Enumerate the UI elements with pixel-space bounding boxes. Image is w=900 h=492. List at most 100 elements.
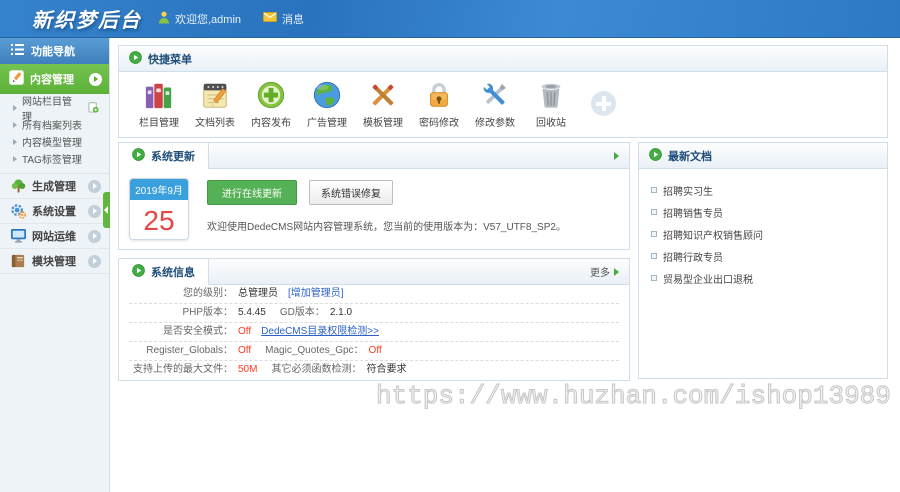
doc-list-item[interactable]: 贸易型企业出口退税: [651, 267, 887, 289]
more-link[interactable]: 更多: [590, 264, 629, 279]
add-column-icon[interactable]: [88, 102, 99, 113]
chevron-right-icon: [88, 230, 101, 243]
calendar-widget: 2019年9月 25: [129, 178, 189, 240]
sidebar-active-label: 内容管理: [30, 71, 74, 87]
calendar-month: 2019年9月: [130, 179, 188, 200]
gears-icon: [10, 204, 26, 219]
latest-docs-header: 最新文档: [639, 143, 887, 169]
play-circle-icon: [132, 264, 145, 280]
quick-item-change-password[interactable]: 密码修改: [411, 79, 467, 129]
trash-icon: [536, 79, 566, 110]
chevron-right-icon: [614, 152, 619, 160]
tools-icon: [480, 79, 510, 110]
square-bullet-icon: [651, 231, 657, 237]
play-circle-icon: [649, 148, 662, 164]
quick-item-document-list[interactable]: 文档列表: [187, 79, 243, 129]
chevron-right-icon: [88, 180, 101, 193]
info-row-safe-mode: 是否安全模式： Off DedeCMS目录权限检测>>: [129, 323, 619, 342]
sidebar-subitem-site-columns[interactable]: 网站栏目管理: [0, 99, 109, 116]
triangle-right-icon: [13, 156, 17, 162]
mail-icon: [263, 12, 277, 25]
sidebar-submenu: 网站栏目管理 所有档案列表 内容模型管理 TAG标签管理: [0, 94, 109, 174]
welcome-text: 欢迎您,admin: [175, 11, 241, 27]
permission-check-link[interactable]: DedeCMS目录权限检测>>: [261, 323, 379, 341]
welcome-area: 欢迎您,admin: [158, 11, 241, 27]
plus-circle-icon: [256, 79, 286, 110]
chevron-right-icon: [88, 255, 101, 268]
quick-menu-header: 快捷菜单: [119, 46, 887, 72]
sidebar-subitem-content-models[interactable]: 内容模型管理: [0, 133, 109, 150]
triangle-right-icon: [13, 139, 17, 145]
template-icon: [368, 79, 398, 110]
topbar: 新织梦后台 欢迎您,admin 消息: [0, 0, 900, 38]
sidebar-item-content-management[interactable]: 内容管理: [0, 64, 109, 94]
triangle-right-icon: [13, 105, 17, 111]
sidebar-item-system-settings[interactable]: 系统设置: [0, 199, 109, 224]
version-welcome-text: 欢迎使用DedeCMS网站内容管理系统，您当前的使用版本为：V57_UTF8_S…: [207, 218, 566, 233]
user-icon: [158, 11, 170, 27]
system-update-panel: 系统更新 2019年9月 25 进行在线更新 系统错误修复 欢迎使用Ded: [118, 142, 630, 250]
doc-list-item[interactable]: 招聘知识产权销售顾问: [651, 223, 887, 245]
sidebar-nav-header: 功能导航: [0, 38, 109, 64]
list-icon: [11, 44, 24, 58]
books-icon: [144, 79, 174, 110]
tab-system-update[interactable]: 系统更新: [119, 143, 209, 169]
play-circle-icon: [129, 51, 142, 67]
square-bullet-icon: [651, 275, 657, 281]
info-row-upload-limit: 支持上传的最大文件： 50M 其它必须函数检测： 符合要求: [129, 361, 619, 380]
sidebar-subitem-all-documents[interactable]: 所有档案列表: [0, 116, 109, 133]
tab-system-info[interactable]: 系统信息: [119, 259, 209, 285]
add-shortcut-icon[interactable]: [591, 91, 616, 116]
tree-icon: [10, 178, 26, 194]
doc-list-item[interactable]: 招聘销售专员: [651, 201, 887, 223]
square-bullet-icon: [651, 187, 657, 193]
calendar-day: 25: [130, 200, 188, 240]
latest-docs-title: 最新文档: [668, 148, 712, 164]
quick-item-column-management[interactable]: 栏目管理: [131, 79, 187, 129]
book-icon: [10, 254, 26, 268]
quick-item-edit-parameters[interactable]: 修改参数: [467, 79, 523, 129]
quick-item-publish-content[interactable]: 内容发布: [243, 79, 299, 129]
app-logo: 新织梦后台: [32, 4, 142, 33]
system-info-panel: 系统信息 更多 您的级别： 总管理员 [增加管理员] PHP版本：: [118, 258, 630, 381]
pencil-icon: [9, 70, 24, 88]
quick-item-ad-management[interactable]: 广告管理: [299, 79, 355, 129]
sidebar-subitem-tag-management[interactable]: TAG标签管理: [0, 150, 109, 167]
chevron-right-icon: [89, 73, 102, 86]
system-info-header: 系统信息 更多: [119, 259, 629, 285]
square-bullet-icon: [651, 253, 657, 259]
sidebar-item-modules[interactable]: 模块管理: [0, 249, 109, 274]
quick-item-recycle-bin[interactable]: 回收站: [523, 79, 579, 129]
quick-menu-body: 栏目管理 文档列表 内容发布 广告管理 模板管理 密码修改: [119, 72, 887, 137]
sidebar-item-generate[interactable]: 生成管理: [0, 174, 109, 199]
doc-list-item[interactable]: 招聘实习生: [651, 179, 887, 201]
globe-icon: [312, 79, 342, 110]
add-admin-link[interactable]: [增加管理员]: [288, 285, 344, 303]
online-update-button[interactable]: 进行在线更新: [207, 180, 297, 205]
info-row-php: PHP版本： 5.4.45 GD版本： 2.1.0: [129, 304, 619, 323]
sidebar-item-site-ops[interactable]: 网站运维: [0, 224, 109, 249]
lock-icon: [424, 79, 454, 110]
doc-list-item[interactable]: 招聘行政专员: [651, 245, 887, 267]
main-content: 快捷菜单 栏目管理 文档列表 内容发布 广告管理 模板管理: [118, 45, 888, 381]
chevron-right-icon: [88, 205, 101, 218]
document-list-icon: [200, 79, 230, 110]
error-repair-button[interactable]: 系统错误修复: [309, 180, 393, 205]
watermark-text: https://www.huzhan.com/ishop13989: [376, 381, 891, 411]
quick-item-template-management[interactable]: 模板管理: [355, 79, 411, 129]
sidebar-collapse-handle[interactable]: [103, 192, 110, 228]
info-row-register-globals: Register_Globals： Off Magic_Quotes_Gpc： …: [129, 342, 619, 361]
nav-header-label: 功能导航: [31, 43, 75, 59]
chevron-right-icon: [614, 268, 619, 276]
messages-label: 消息: [282, 11, 304, 27]
system-update-header: 系统更新: [119, 143, 629, 169]
messages-link[interactable]: 消息: [263, 11, 304, 27]
latest-docs-panel: 最新文档 招聘实习生 招聘销售专员 招聘知识产权销售顾问 招聘行政专员: [638, 142, 888, 379]
panel-expand-arrow[interactable]: [614, 152, 629, 160]
quick-menu-title: 快捷菜单: [148, 51, 192, 67]
quick-menu-panel: 快捷菜单 栏目管理 文档列表 内容发布 广告管理 模板管理: [118, 45, 888, 138]
latest-docs-body: 招聘实习生 招聘销售专员 招聘知识产权销售顾问 招聘行政专员 贸易型企业出口退税: [639, 169, 887, 289]
sidebar: 功能导航 内容管理 网站栏目管理 所有档案列表 内容模型管理 TAG标签管理 生…: [0, 38, 110, 492]
triangle-right-icon: [13, 122, 17, 128]
play-circle-icon: [132, 148, 145, 164]
